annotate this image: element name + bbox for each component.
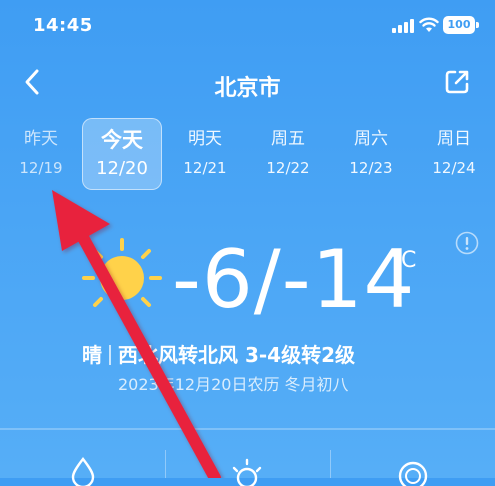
day-name: 明天 [188,129,222,149]
day-tab-tomorrow[interactable]: 明天 12/21 [165,118,245,190]
day-date: 12/21 [183,159,227,177]
humidity-icon [71,457,95,486]
card-divider [165,450,166,478]
wind-description: 西北风转北风 3-4级转2级 [118,343,356,367]
day-name: 今天 [101,128,143,152]
day-tab-yesterday[interactable]: 昨天 12/19 [1,118,81,190]
temperature-range: -6/-14 [172,233,416,326]
wifi-icon [419,17,439,32]
city-title: 北京市 [214,76,281,101]
day-date: 12/20 [96,158,148,179]
day-date: 12/19 [19,159,63,177]
day-name: 昨天 [24,129,58,149]
battery-icon: 100 [443,16,475,34]
day-tab-today[interactable]: 今天 12/20 [82,118,162,190]
day-tab-sunday[interactable]: 周日 12/24 [414,118,494,190]
separator [109,345,111,365]
lunar-date: 2023年12月20日农历 冬月初八 [118,375,349,394]
day-tab-friday[interactable]: 周五 12/22 [248,118,328,190]
day-name: 周五 [271,129,305,149]
air-quality-icon [398,461,428,486]
day-name: 周日 [437,129,471,149]
cellular-signal-icon [392,19,414,33]
card-divider [330,450,331,478]
temperature-unit: °C [390,248,417,273]
info-icon[interactable] [455,231,479,255]
day-date: 12/23 [349,159,393,177]
day-tab-saturday[interactable]: 周六 12/23 [331,118,411,190]
status-time: 14:45 [33,15,93,36]
weather-description: 晴西北风转北风 3-4级转2级 [82,342,355,368]
sunrise-icon [232,458,262,486]
section-divider [0,428,495,430]
sun-icon [82,238,162,318]
day-name: 周六 [354,129,388,149]
day-date: 12/22 [266,159,310,177]
share-icon[interactable] [443,68,471,96]
battery-tip [476,22,479,28]
weather-condition: 晴 [82,343,102,367]
day-date: 12/24 [432,159,476,177]
